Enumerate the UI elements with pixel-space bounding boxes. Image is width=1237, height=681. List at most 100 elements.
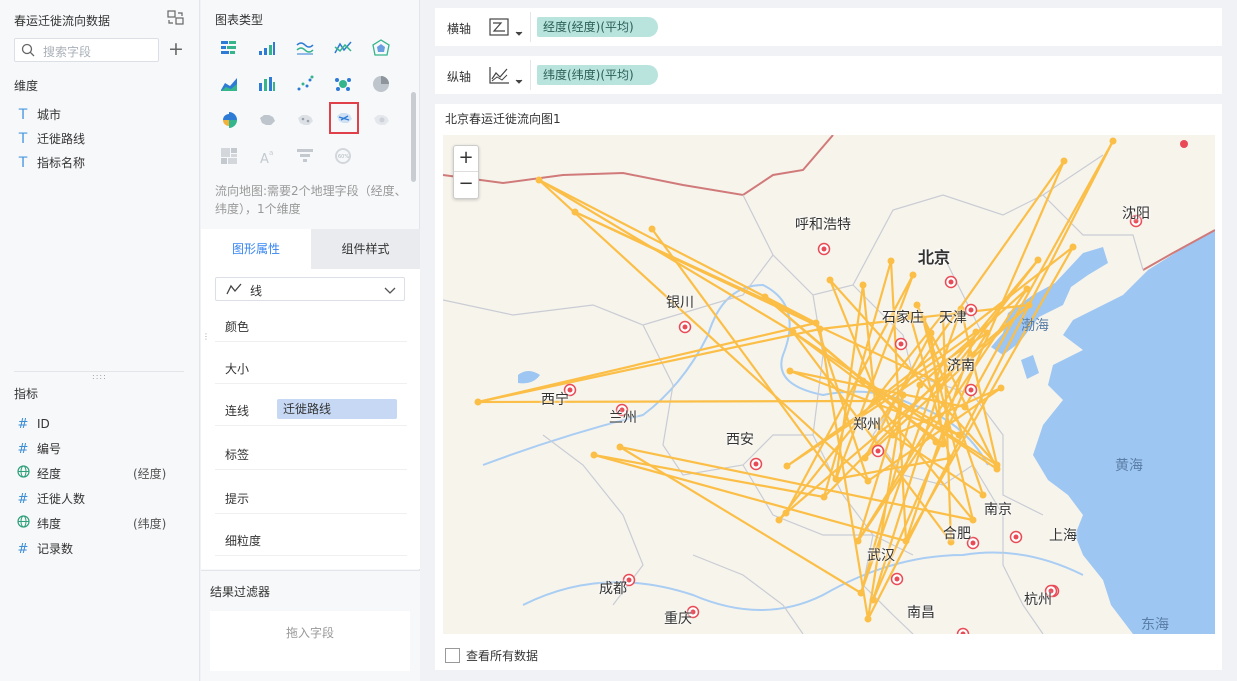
measure-field-longitude[interactable]: 经度 (经度) <box>15 464 185 484</box>
panel-resize-handle[interactable]: ⋮ <box>202 333 210 341</box>
flow-endpoint <box>916 381 924 389</box>
dimension-field-metric-name[interactable]: T 指标名称 <box>15 153 185 173</box>
wave-chart-icon[interactable] <box>291 34 319 62</box>
line-chart-icon[interactable] <box>329 34 357 62</box>
flow-map[interactable]: 沈阳 呼和浩特 北京 天津 银川 石家庄 济南 西宁 兰州 西安 郑州 南京 合肥 上海 武汉 成都 杭州 南昌 重… <box>443 135 1215 634</box>
resize-handle[interactable]: :::: <box>92 372 106 381</box>
chart-type-scrollbar[interactable] <box>411 92 416 182</box>
globe-field-icon <box>15 515 31 535</box>
gauge-chart-icon[interactable]: 60% <box>329 142 357 170</box>
globe-field-icon <box>15 465 31 485</box>
mark-type-value: 线 <box>250 284 263 298</box>
city-label: 杭州 <box>1024 592 1052 608</box>
city-marker-icon <box>894 337 908 351</box>
sea-label: 黄海 <box>1115 458 1143 474</box>
color-property[interactable]: 颜色 <box>215 308 407 342</box>
pie-chart-icon[interactable] <box>367 70 395 98</box>
flow-endpoint <box>972 328 980 336</box>
flow-endpoint <box>939 440 947 448</box>
x-axis-field[interactable]: 经度(经度)(平均) <box>537 17 658 37</box>
stacked-bar-icon[interactable] <box>253 70 281 98</box>
search-placeholder: 搜索字段 <box>43 45 92 59</box>
grouped-table-icon[interactable] <box>215 34 243 62</box>
rose-chart-icon[interactable] <box>215 106 243 134</box>
chart-type-heading: 图表类型 <box>215 13 264 27</box>
size-property[interactable]: 大小 <box>215 350 407 384</box>
flow-endpoint <box>871 397 879 405</box>
city-label: 南京 <box>984 502 1012 518</box>
zoom-out-button[interactable]: − <box>454 172 478 198</box>
chart-type-panel: 图表类型 Aa 60% 流向地图:需要2个地理字段（经度、纬度），1个维度 图形… <box>201 0 420 681</box>
city-label: 成都 <box>599 581 627 597</box>
measure-field-latitude[interactable]: 纬度 (纬度) <box>15 514 185 534</box>
city-marker-icon <box>956 627 970 634</box>
flow-endpoint <box>887 257 895 265</box>
tab-component-style[interactable]: 组件样式 <box>311 229 420 269</box>
connect-property[interactable]: 连线 迁徙路线 <box>215 392 407 426</box>
mark-type-select[interactable]: 线 <box>215 277 405 301</box>
flow-endpoint <box>535 176 543 184</box>
measure-field-id[interactable]: # ID <box>15 414 185 434</box>
flow-endpoint <box>1034 256 1042 264</box>
map-canvas <box>443 135 1215 634</box>
text-field-icon: T <box>18 107 28 123</box>
treemap-icon[interactable] <box>215 142 243 170</box>
region-map-icon[interactable] <box>253 106 281 134</box>
flow-endpoint <box>648 225 656 233</box>
zoom-in-button[interactable]: + <box>454 146 478 172</box>
flow-endpoint <box>1069 243 1077 251</box>
show-all-data-toggle[interactable]: 查看所有数据 <box>445 647 538 664</box>
measures-heading: 指标 <box>14 387 39 401</box>
dimension-field-route[interactable]: T 迁徙路线 <box>15 129 185 149</box>
bubble-chart-icon[interactable] <box>329 70 357 98</box>
flow-map-icon[interactable] <box>329 102 359 134</box>
flow-line <box>593 453 907 543</box>
flow-endpoint <box>909 271 917 279</box>
flow-endpoint <box>1025 301 1033 309</box>
flow-endpoint <box>571 208 579 216</box>
show-all-checkbox[interactable] <box>445 648 460 663</box>
number-field-icon: # <box>17 417 29 432</box>
number-field-icon: # <box>17 542 29 557</box>
measure-field-migrants[interactable]: # 迁徙人数 <box>15 489 185 509</box>
word-cloud-icon[interactable]: Aa <box>253 142 281 170</box>
flow-endpoint <box>899 391 907 399</box>
flow-endpoint <box>1060 157 1068 165</box>
x-axis-bar: 横轴 经度(经度)(平均) <box>435 8 1222 46</box>
funnel-chart-icon[interactable] <box>291 142 319 170</box>
y-axis-field[interactable]: 纬度(纬度)(平均) <box>537 65 658 85</box>
area-chart-icon[interactable] <box>215 70 243 98</box>
heat-map-icon[interactable] <box>367 106 395 134</box>
switch-dataset-icon[interactable] <box>167 10 185 26</box>
radar-chart-icon[interactable] <box>367 34 395 62</box>
axis-separator <box>530 12 531 42</box>
city-label: 郑州 <box>853 417 881 433</box>
flow-endpoint <box>832 475 840 483</box>
flow-endpoint <box>474 398 482 406</box>
point-map-icon[interactable] <box>291 106 319 134</box>
flow-axis-icon[interactable] <box>489 17 525 42</box>
label-property[interactable]: 标签 <box>215 436 407 470</box>
city-label: 南昌 <box>907 605 935 621</box>
flow-endpoint <box>861 454 869 462</box>
tooltip-property[interactable]: 提示 <box>215 480 407 514</box>
granularity-property[interactable]: 细粒度 <box>215 522 407 556</box>
flow-endpoint <box>932 438 940 446</box>
city-marker-icon <box>749 457 763 471</box>
flow-endpoint <box>961 403 969 411</box>
city-label: 沈阳 <box>1122 206 1150 222</box>
add-field-button[interactable]: + <box>168 39 184 59</box>
bar-chart-icon[interactable] <box>253 34 281 62</box>
flow-endpoint <box>812 319 820 327</box>
flow-line <box>477 399 876 404</box>
measure-field-number[interactable]: # 编号 <box>15 439 185 459</box>
field-search-input[interactable]: 搜索字段 <box>14 38 159 62</box>
measure-field-record-count[interactable]: # 记录数 <box>15 539 185 559</box>
dimension-field-city[interactable]: T 城市 <box>15 105 185 125</box>
scatter-chart-icon[interactable] <box>291 70 319 98</box>
filter-drop-zone[interactable]: 拖入字段 <box>210 611 410 671</box>
line-axis-icon[interactable] <box>489 65 525 90</box>
flow-endpoint <box>864 615 872 623</box>
connect-field-chip[interactable]: 迁徙路线 <box>277 399 397 419</box>
tab-graphic-properties[interactable]: 图形属性 <box>201 229 311 269</box>
